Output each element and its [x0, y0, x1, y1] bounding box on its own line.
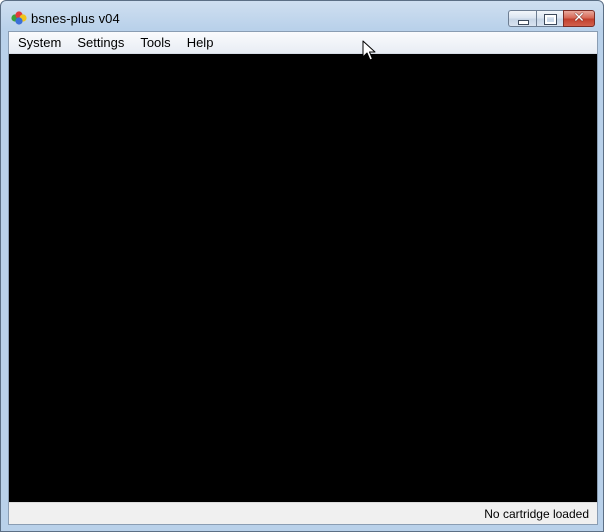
menu-tools[interactable]: Tools [133, 33, 177, 53]
maximize-icon [544, 14, 557, 25]
client-area: System Settings Tools Help No cartridge … [8, 31, 598, 525]
app-window: bsnes-plus v04 ✕ System Settings Tools H… [0, 0, 604, 532]
close-button[interactable]: ✕ [563, 10, 595, 27]
emulator-screen[interactable] [9, 54, 597, 502]
status-text: No cartridge loaded [484, 507, 589, 521]
bsnes-logo-icon [11, 11, 27, 25]
title-bar[interactable]: bsnes-plus v04 ✕ [1, 1, 603, 31]
minimize-icon [518, 20, 529, 25]
menu-help[interactable]: Help [180, 33, 221, 53]
status-bar: No cartridge loaded [9, 502, 597, 524]
window-title: bsnes-plus v04 [31, 11, 120, 26]
menu-system[interactable]: System [11, 33, 68, 53]
close-icon: ✕ [573, 10, 585, 26]
menu-bar: System Settings Tools Help [9, 32, 597, 54]
mouse-cursor-icon [362, 40, 376, 61]
menu-settings[interactable]: Settings [70, 33, 131, 53]
minimize-button[interactable] [508, 10, 536, 27]
caption-buttons: ✕ [508, 10, 595, 29]
maximize-button[interactable] [536, 10, 563, 27]
